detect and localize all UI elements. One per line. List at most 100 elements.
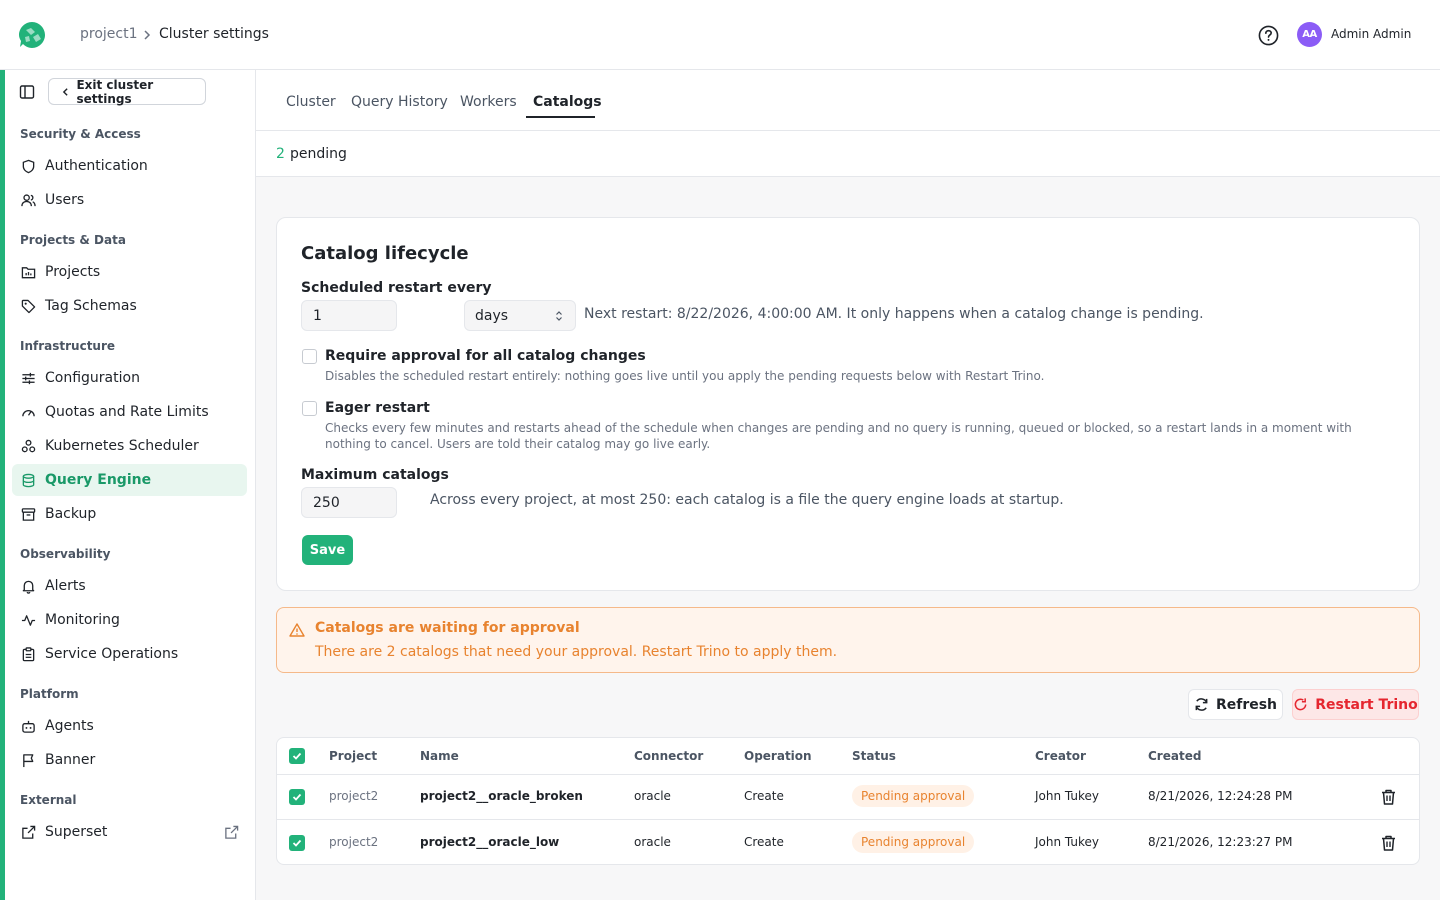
- sidebar-item-backup[interactable]: Backup: [12, 498, 247, 530]
- column-creator[interactable]: Creator: [1035, 749, 1086, 763]
- breadcrumb-current: Cluster settings: [159, 26, 269, 42]
- require-approval-label[interactable]: Require approval for all catalog changes: [325, 348, 646, 364]
- check-icon: [292, 793, 302, 801]
- active-tab-indicator: [526, 116, 595, 118]
- sidebar-item-tag-schemas[interactable]: Tag Schemas: [12, 290, 247, 322]
- table-row[interactable]: project2 project2__oracle_low oracle Cre…: [277, 821, 1419, 864]
- sidebar-item-label: Monitoring: [45, 612, 120, 628]
- breadcrumb-project[interactable]: project1: [80, 26, 138, 42]
- sidebar-item-label: Superset: [45, 824, 108, 840]
- section-observability: Observability: [20, 547, 111, 561]
- sidebar-item-label: Projects: [45, 264, 101, 280]
- database-icon: [22, 473, 35, 487]
- sidebar-item-label: Backup: [45, 506, 97, 522]
- app-logo-icon[interactable]: [17, 20, 47, 50]
- max-catalogs-input[interactable]: 250: [301, 487, 397, 518]
- restart-trino-button[interactable]: Restart Trino: [1292, 689, 1419, 720]
- sidebar-item-label: Authentication: [45, 158, 148, 174]
- column-project[interactable]: Project: [329, 749, 377, 763]
- cell-name: project2__oracle_broken: [420, 789, 583, 803]
- avatar[interactable]: AA: [1297, 22, 1322, 47]
- tab-cluster[interactable]: Cluster: [286, 94, 336, 110]
- help-icon[interactable]: [1258, 25, 1279, 46]
- sidebar-item-agents[interactable]: Agents: [12, 710, 247, 742]
- user-name[interactable]: Admin Admin: [1331, 27, 1411, 41]
- tab-bar: Cluster Query History Workers Catalogs: [256, 70, 1440, 131]
- exit-cluster-settings-button[interactable]: Exit cluster settings: [48, 78, 206, 106]
- sidebar-item-alerts[interactable]: Alerts: [12, 570, 247, 602]
- cell-name: project2__oracle_low: [420, 835, 560, 849]
- sidebar-item-banner[interactable]: Banner: [12, 744, 247, 776]
- restart-interval-label: Scheduled restart every: [301, 280, 492, 296]
- sidebar-item-users[interactable]: Users: [12, 184, 247, 216]
- section-projects-data: Projects & Data: [20, 233, 126, 247]
- bot-icon: [22, 720, 35, 733]
- check-icon: [292, 839, 302, 847]
- sidebar-item-label: Quotas and Rate Limits: [45, 404, 209, 420]
- sidebar-item-kubernetes-scheduler[interactable]: Kubernetes Scheduler: [12, 430, 247, 462]
- trash-icon[interactable]: [1381, 789, 1396, 805]
- select-all-checkbox[interactable]: [289, 748, 305, 764]
- check-icon: [292, 752, 302, 760]
- eager-restart-checkbox[interactable]: [302, 401, 317, 416]
- pending-label: pending: [290, 146, 347, 162]
- table-row[interactable]: project2 project2__oracle_broken oracle …: [277, 775, 1419, 820]
- sidebar-item-label: Alerts: [45, 578, 86, 594]
- alert-title: Catalogs are waiting for approval: [315, 620, 580, 636]
- status-badge: Pending approval: [852, 785, 975, 807]
- restart-trino-label: Restart Trino: [1315, 696, 1418, 713]
- column-created[interactable]: Created: [1148, 749, 1201, 763]
- require-approval-checkbox[interactable]: [302, 349, 317, 364]
- sidebar-item-label: Agents: [45, 718, 94, 734]
- status-badge: Pending approval: [852, 831, 975, 853]
- row-checkbox[interactable]: [289, 789, 305, 805]
- save-button[interactable]: Save: [302, 535, 353, 565]
- top-bar: project1 Cluster settings AA Admin Admin: [0, 0, 1440, 70]
- chevron-right-icon: [140, 28, 154, 42]
- restart-interval-input[interactable]: 1: [301, 300, 397, 331]
- tab-query-history[interactable]: Query History: [351, 94, 448, 110]
- folder-chart-icon: [21, 266, 36, 278]
- sidebar-item-configuration[interactable]: Configuration: [12, 362, 247, 394]
- table-header: Project Name Connector Operation Status …: [277, 738, 1419, 775]
- cell-created: 8/21/2026, 12:24:28 PM: [1148, 789, 1293, 803]
- refresh-button[interactable]: Refresh: [1188, 689, 1283, 720]
- sidebar-item-authentication[interactable]: Authentication: [12, 150, 247, 182]
- row-checkbox[interactable]: [289, 835, 305, 851]
- sidebar-item-superset[interactable]: Superset: [12, 816, 247, 848]
- catalog-lifecycle-card: Catalog lifecycle Scheduled restart ever…: [276, 217, 1420, 591]
- eager-restart-description: Checks every few minutes and restarts ah…: [325, 421, 1352, 451]
- sidebar-item-projects[interactable]: Projects: [12, 256, 247, 288]
- sidebar-item-service-operations[interactable]: Service Operations: [12, 638, 247, 670]
- column-name[interactable]: Name: [420, 749, 459, 763]
- sidebar: Exit cluster settings Security & Access …: [5, 70, 256, 900]
- cell-connector: oracle: [634, 835, 671, 849]
- column-status[interactable]: Status: [852, 749, 896, 763]
- column-connector[interactable]: Connector: [634, 749, 703, 763]
- sidebar-item-quotas[interactable]: Quotas and Rate Limits: [12, 396, 247, 428]
- tab-workers[interactable]: Workers: [460, 94, 517, 110]
- sidebar-toggle-icon[interactable]: [19, 84, 35, 100]
- approval-alert: Catalogs are waiting for approval There …: [276, 607, 1420, 673]
- clipboard-icon: [22, 646, 35, 661]
- cell-operation: Create: [744, 789, 784, 803]
- eager-restart-label[interactable]: Eager restart: [325, 400, 430, 416]
- warning-triangle-icon: [289, 622, 305, 638]
- sidebar-item-label: Service Operations: [45, 646, 179, 662]
- cell-project: project2: [329, 789, 379, 803]
- section-infrastructure: Infrastructure: [20, 339, 116, 353]
- trash-icon[interactable]: [1381, 835, 1396, 851]
- sidebar-item-query-engine[interactable]: Query Engine: [12, 464, 247, 496]
- sidebar-item-monitoring[interactable]: Monitoring: [12, 604, 247, 636]
- require-approval-description: Disables the scheduled restart entirely:…: [325, 369, 1045, 383]
- restart-unit-value: days: [475, 307, 509, 324]
- sidebar-item-label: Banner: [45, 752, 96, 768]
- alert-message: There are 2 catalogs that need your appr…: [315, 644, 838, 660]
- sidebar-item-label: Configuration: [45, 370, 140, 386]
- restart-unit-select[interactable]: days: [464, 300, 576, 331]
- section-external: External: [20, 793, 77, 807]
- tab-catalogs[interactable]: Catalogs: [533, 94, 602, 110]
- shield-icon: [22, 159, 35, 173]
- sidebar-item-label: Tag Schemas: [45, 298, 137, 314]
- column-operation[interactable]: Operation: [744, 749, 812, 763]
